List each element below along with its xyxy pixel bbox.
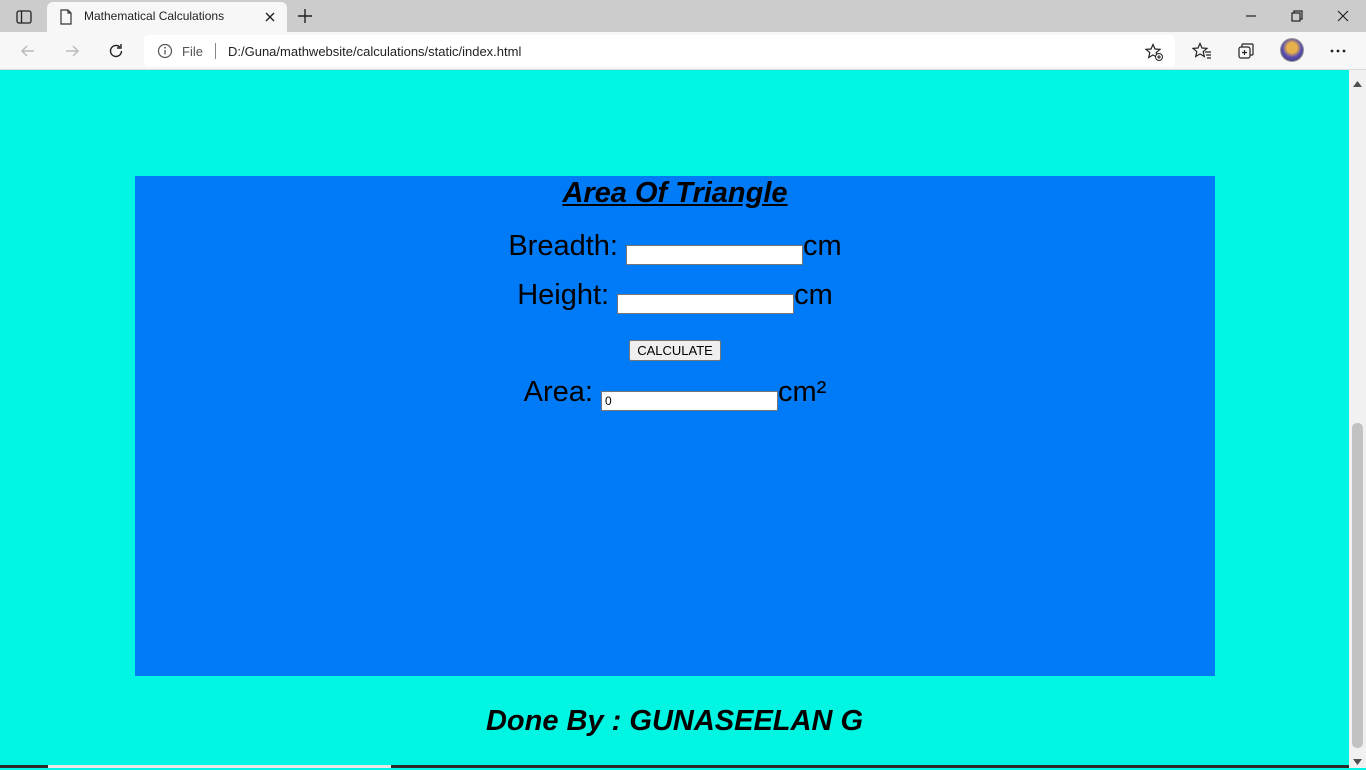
area-unit: cm² (778, 376, 827, 408)
address-bar[interactable]: File D:/Guna/mathwebsite/calculations/st… (144, 35, 1175, 67)
minimize-icon[interactable] (1241, 6, 1261, 26)
close-tab-icon[interactable] (262, 9, 278, 25)
height-unit: cm (794, 279, 833, 311)
restore-icon[interactable] (1287, 6, 1307, 26)
info-icon[interactable] (157, 43, 173, 64)
url-text[interactable]: D:/Guna/mathwebsite/calculations/static/… (228, 44, 521, 59)
scroll-up-arrow-icon[interactable] (1353, 74, 1362, 92)
more-options-icon[interactable] (1328, 41, 1348, 61)
forward-arrow-icon[interactable] (62, 41, 82, 61)
breadth-row: Breadth: cm (135, 229, 1215, 265)
page-title: Area Of Triangle (562, 177, 788, 209)
scrollbar-thumb[interactable] (1352, 423, 1363, 748)
tab-bar: Mathematical Calculations (0, 0, 1366, 32)
area-label: Area: (523, 376, 602, 408)
area-output[interactable] (601, 391, 779, 411)
breadth-input[interactable] (626, 245, 803, 265)
new-tab-icon[interactable] (295, 6, 315, 26)
address-separator (215, 43, 216, 59)
page-icon (59, 9, 73, 30)
area-row: Area: cm² (135, 375, 1215, 411)
breadth-unit: cm (803, 230, 842, 262)
height-label: Height: (517, 279, 618, 311)
refresh-icon[interactable] (106, 41, 126, 61)
close-window-icon[interactable] (1333, 6, 1353, 26)
tab-title: Mathematical Calculations (84, 9, 225, 23)
file-scheme-label: File (182, 44, 203, 59)
tab-actions-icon[interactable] (8, 6, 40, 28)
height-row: Height: cm (135, 278, 1215, 314)
favorites-icon[interactable] (1191, 41, 1212, 61)
height-input[interactable] (617, 294, 795, 314)
footer-credit: Done By : GUNASEELAN G (485, 705, 864, 737)
scroll-down-arrow-icon[interactable] (1353, 752, 1362, 770)
browser-toolbar: File D:/Guna/mathwebsite/calculations/st… (0, 32, 1366, 70)
calculator-panel: Area Of Triangle Breadth: cm Height: cm … (135, 176, 1215, 676)
profile-avatar[interactable] (1280, 38, 1304, 62)
calculate-button[interactable]: CALCULATE (629, 340, 721, 361)
page-scrollbar[interactable] (1349, 70, 1366, 768)
collections-icon[interactable] (1236, 41, 1256, 61)
browser-tab[interactable]: Mathematical Calculations (47, 2, 287, 32)
add-favorite-icon[interactable] (1144, 42, 1164, 67)
back-arrow-icon[interactable] (18, 41, 38, 61)
calculate-row: CALCULATE (135, 340, 1215, 361)
breadth-label: Breadth: (508, 230, 626, 262)
